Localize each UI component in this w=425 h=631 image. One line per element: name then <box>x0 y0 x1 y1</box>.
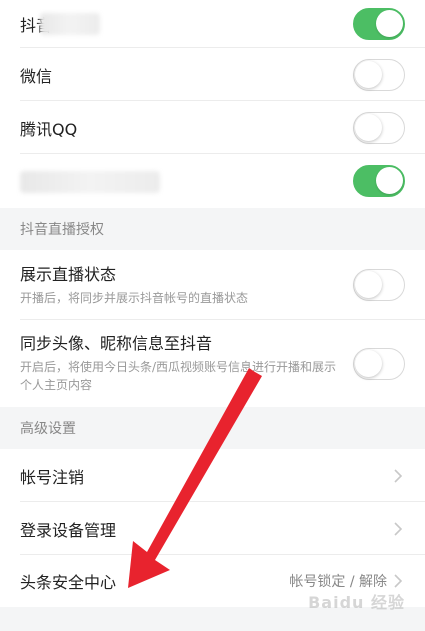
share-label-qq: 腾讯QQ <box>20 119 78 139</box>
baidu-watermark: Baidu 经验 <box>308 593 405 612</box>
advanced-row-deactivate[interactable]: 帐号注销 <box>0 449 425 502</box>
toggle-sync-profile[interactable] <box>353 347 405 380</box>
toggle-knob <box>355 60 382 88</box>
toggle-wechat[interactable] <box>353 58 405 91</box>
share-row-wechat: 微信 <box>0 48 425 101</box>
chevron-right-icon <box>394 521 403 536</box>
live-row-status: 展示直播状态 开播后，将同步并展示抖音帐号的直播状态 <box>0 250 425 320</box>
toggle-knob <box>355 271 382 298</box>
toggle-douyin[interactable] <box>353 8 405 40</box>
toggle-live-status[interactable] <box>353 269 405 301</box>
live-row-sync-profile: 同步头像、昵称信息至抖音 开启后，将使用今日头条/西瓜视频账号信息进行开播和展示… <box>0 320 425 407</box>
redacted-text <box>40 13 100 35</box>
share-label-wechat: 微信 <box>20 66 53 86</box>
redacted-text <box>20 171 160 193</box>
share-row-qq: 腾讯QQ <box>0 101 425 154</box>
share-row-douyin: 抖音 <box>0 0 425 48</box>
sync-profile-desc: 开启后，将使用今日头条/西瓜视频账号信息进行开播和展示个人主页内容 <box>20 360 337 392</box>
share-row-redacted <box>0 154 425 208</box>
device-management-label: 登录设备管理 <box>20 520 117 540</box>
security-center-label: 头条安全中心 <box>20 573 117 592</box>
deactivate-account-label: 帐号注销 <box>20 467 85 487</box>
toggle-qq[interactable] <box>353 111 405 144</box>
advanced-row-devices[interactable]: 登录设备管理 <box>0 502 425 555</box>
toggle-knob <box>355 113 382 141</box>
section-header-advanced: 高级设置 <box>0 407 425 449</box>
chevron-right-icon <box>394 574 403 588</box>
security-center-value: 帐号锁定 / 解除 <box>289 574 387 590</box>
toggle-redacted[interactable] <box>353 165 405 197</box>
chevron-right-icon <box>394 468 403 483</box>
live-status-desc: 开播后，将同步并展示抖音帐号的直播状态 <box>20 290 249 305</box>
toggle-knob <box>376 10 403 37</box>
advanced-settings-group: 帐号注销 登录设备管理 头条安全中心 帐号锁定 / 解除 <box>0 449 425 607</box>
sync-profile-title: 同步头像、昵称信息至抖音 <box>20 334 213 353</box>
toggle-knob <box>376 167 403 194</box>
live-settings-group: 展示直播状态 开播后，将同步并展示抖音帐号的直播状态 同步头像、昵称信息至抖音 … <box>0 250 425 407</box>
share-settings-group: 抖音 微信 腾讯QQ <box>0 0 425 208</box>
section-header-live: 抖音直播授权 <box>0 208 425 250</box>
toggle-knob <box>355 349 382 377</box>
live-status-title: 展示直播状态 <box>20 264 117 284</box>
